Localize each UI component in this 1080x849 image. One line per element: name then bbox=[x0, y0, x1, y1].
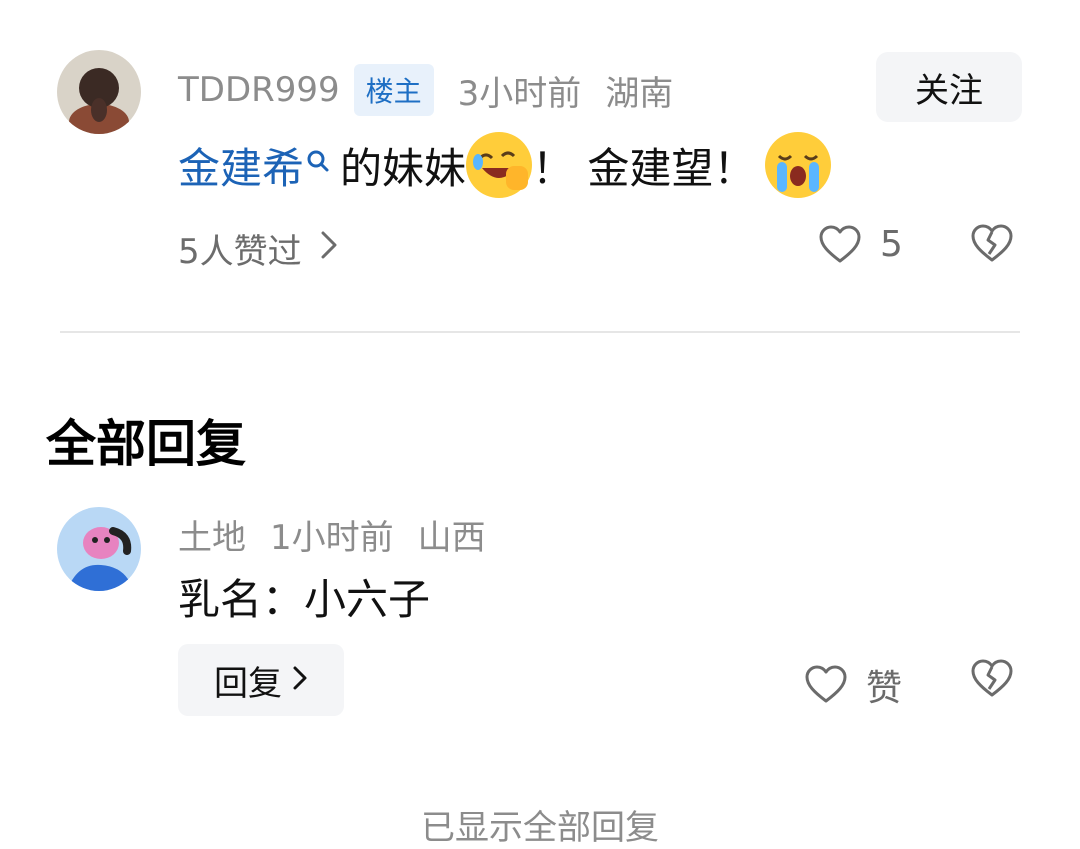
divider bbox=[60, 331, 1020, 333]
reply-avatar[interactable] bbox=[57, 507, 141, 591]
section-title: 全部回复 bbox=[46, 415, 246, 473]
username[interactable]: TDDR999 bbox=[178, 70, 340, 110]
comment-text-part2: ！ 金建望！ bbox=[532, 143, 756, 193]
reply-label: 回复 bbox=[214, 663, 282, 704]
show-all-replies-text: 已显示全部回复 bbox=[421, 808, 659, 848]
reply-like-label: 赞 bbox=[866, 668, 903, 709]
dislike-button[interactable] bbox=[970, 224, 1014, 264]
comment-time: 3小时前 bbox=[457, 73, 582, 114]
reply-dislike-button[interactable] bbox=[970, 659, 1014, 699]
heart-icon bbox=[804, 665, 848, 705]
reply-meta: 土地 1小时前 山西 bbox=[178, 510, 486, 559]
like-count: 5 bbox=[880, 224, 903, 265]
comment-text: 金建希 的妹妹 ！ 金建望！ bbox=[178, 132, 832, 198]
chevron-right-icon bbox=[320, 229, 338, 269]
laughing-emoji-icon bbox=[466, 132, 533, 198]
broken-heart-icon bbox=[970, 659, 1014, 699]
broken-heart-icon bbox=[970, 224, 1014, 264]
like-button[interactable]: 5 bbox=[818, 224, 903, 265]
reply-text: 乳名：小六子 bbox=[178, 575, 431, 624]
op-badge: 楼主 bbox=[353, 64, 434, 116]
chevron-right-icon bbox=[292, 660, 308, 700]
reply-location: 山西 bbox=[417, 518, 486, 558]
reply-username[interactable]: 土地 bbox=[178, 510, 246, 559]
crying-emoji-icon bbox=[765, 132, 832, 198]
user-avatar[interactable] bbox=[57, 50, 141, 134]
reply-like-button[interactable]: 赞 bbox=[804, 659, 902, 711]
search-link[interactable]: 金建希 bbox=[178, 135, 304, 196]
comment-location: 湖南 bbox=[605, 73, 674, 114]
reply-button[interactable]: 回复 bbox=[178, 644, 344, 716]
likers-link[interactable]: 5人赞过 bbox=[178, 224, 338, 273]
reply-time: 1小时前 bbox=[270, 518, 394, 558]
heart-icon bbox=[818, 225, 862, 265]
search-icon[interactable] bbox=[304, 145, 330, 185]
likers-label: 5人赞过 bbox=[178, 232, 302, 272]
comment-text-part1: 的妹妹 bbox=[340, 143, 467, 193]
follow-button[interactable]: 关注 bbox=[876, 52, 1022, 122]
comment-meta: TDDR999 楼主 3小时前 湖南 bbox=[178, 64, 673, 116]
